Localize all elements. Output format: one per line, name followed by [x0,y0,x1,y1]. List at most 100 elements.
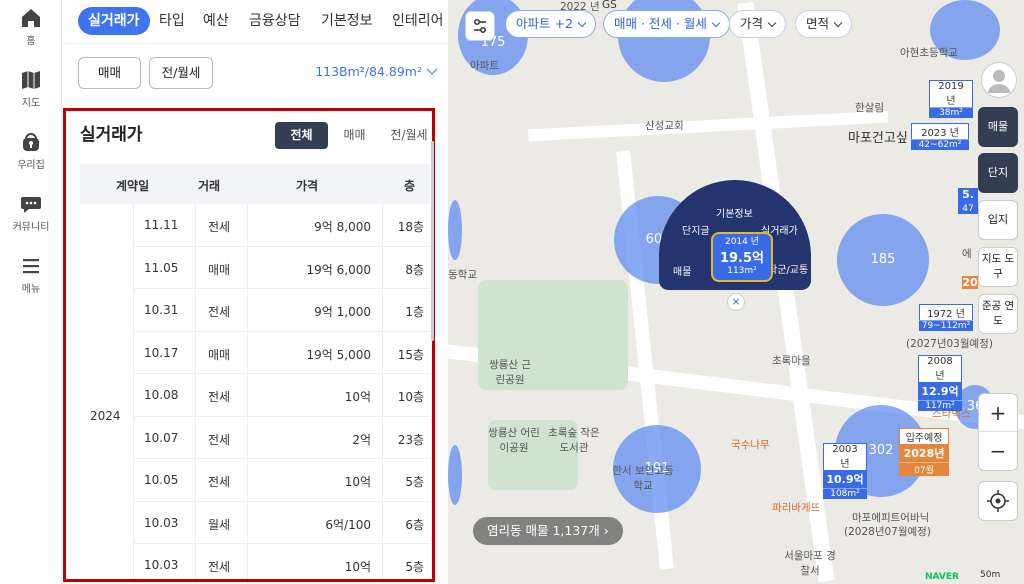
nav-item-community[interactable]: 커뮤니티 [0,194,62,233]
popup-community[interactable]: 단지글 [682,222,710,237]
cell-date: 10.07 [144,430,179,445]
zoom-out-button[interactable]: − [979,432,1017,470]
map-label: 파리바게뜨 [772,502,821,514]
nav-item-home[interactable]: 홈 [0,8,62,47]
marker-year: 1972 년 [919,304,973,320]
real-price-content: 실거래가 전체 매매 전/월세 계약일 거래 가격 층 2024 11.11 전세… [66,111,432,579]
table-row: 10.05 전세 10억 5층 [134,459,430,502]
side-complex-button[interactable]: 단지 [978,153,1018,193]
cell-divider [382,289,383,331]
price-marker[interactable]: 5. 47 [958,188,978,214]
map-label: 동학교 [448,269,477,281]
chevron-down-icon [577,18,587,28]
cell-divider [247,459,248,501]
map-icon [22,71,40,89]
cell-floor: 18층 [397,220,424,234]
marker-year: 2019 년 [929,80,973,107]
cluster-circle[interactable]: 185 [837,214,929,306]
col-floor: 층 [404,179,416,193]
tab-budget[interactable]: 예산 [193,7,239,35]
popup-basic-info[interactable]: 기본정보 [716,205,753,220]
tab-basic-info[interactable]: 기본정보 [311,7,383,35]
tab-interior[interactable]: 인테리어 [382,7,448,35]
cell-type: 전세 [195,459,230,501]
year-cell: 2024 [80,204,134,579]
selected-complex-badge[interactable]: 2014 년 19.5억 113m² [711,232,773,282]
table-row: 10.03 월세 6억/100 6층 [134,501,430,544]
filter-price[interactable]: 가격 [729,10,787,38]
scrollbar[interactable] [431,141,434,341]
nav-item-menu[interactable]: 메뉴 [0,256,62,295]
side-map-tools-button[interactable]: 지도 도구 [978,247,1018,287]
area-selector[interactable]: 113Bm²/84.89m² [315,63,438,79]
avatar[interactable] [981,62,1017,98]
price-marker[interactable]: 1972 년 79~112m² [919,304,973,331]
tab-type[interactable]: 타입 [149,7,195,35]
filter-sale[interactable]: 매매 [332,122,377,149]
sliders-icon [474,19,486,33]
side-built-year-button[interactable]: 준공 연도 [978,294,1018,334]
map-view[interactable]: 175 609 185 191 302 36 아현초등학교 한살림 산성교회 마… [448,0,1024,584]
zoom-in-button[interactable]: + [979,394,1017,432]
table-header: 계약일 거래 가격 층 [80,164,430,204]
cell-floor: 23층 [397,432,424,447]
map-label: (2027년03월예정) [906,338,993,350]
cell-date: 10.08 [144,388,179,402]
map-label: (2028년07월예정) [844,526,931,538]
naver-logo: NAVER [925,572,959,582]
cell-divider [247,501,248,544]
listing-count-button[interactable]: 염리동 매물 1,137개 › [473,517,623,545]
filter-label: 매매 · 전세 · 월세 [614,16,707,31]
nav-item-myhome[interactable]: 우리집 [0,132,62,171]
chevron-down-icon [426,63,438,75]
marker-size: 108m² [823,488,867,499]
table-row: 11.05 매매 19억 6,000 8층 [134,246,430,289]
filter-property-type[interactable]: 아파트 +2 [505,10,596,38]
price-marker[interactable]: 20 [962,276,978,289]
cell-price: 9억 8,000 [314,220,371,234]
price-marker[interactable]: 2008 년 12.9억 117m² [918,355,962,411]
price-marker[interactable]: 입주예정 2028년 07월 [899,428,949,476]
filter-size[interactable]: 면적 [795,10,853,38]
nav-label: 홈 [26,36,36,47]
price-marker[interactable]: 2019 년 38m² [929,80,973,118]
cluster-circle[interactable] [448,200,462,260]
filter-deal-type[interactable]: 매매 · 전세 · 월세 [603,10,730,38]
cluster-circle[interactable] [448,445,462,505]
map-label: 초록마을 [772,355,811,367]
filter-label: 아파트 +2 [516,16,573,31]
filter-lease[interactable]: 전/월세 [381,122,432,149]
cell-divider [382,459,383,501]
sale-button[interactable]: 매매 [78,57,141,89]
user-icon [988,70,1010,93]
price-marker[interactable]: 2003 년 10.9억 108m² [823,443,867,499]
price-marker[interactable]: 2023 년 42~62m² [911,123,969,150]
marker-price: 2028년 [899,444,949,462]
close-popup-icon[interactable]: × [727,293,745,311]
cell-type: 전세 [195,416,230,459]
filter-all[interactable]: 전체 [275,122,328,149]
table-row: 10.03 전세 10억 5층 [134,544,430,579]
marker-size: 38m² [929,107,973,118]
side-location-button[interactable]: 입지 [978,200,1018,240]
popup-listings[interactable]: 매물 [673,263,691,278]
cell-floor: 8층 [405,262,424,277]
tab-real-price[interactable]: 실거래가 [78,7,150,35]
nav-item-map[interactable]: 지도 [0,70,62,109]
popup-school-traffic[interactable]: 학군/교통 [768,261,808,276]
tab-finance[interactable]: 금융상담 [239,7,311,35]
map-label: 아파트 [470,60,499,72]
cell-date: 10.03 [144,558,179,572]
nav-label: 지도 [21,98,41,109]
complex-year: 2014 년 [724,237,760,247]
current-location-button[interactable] [978,481,1018,521]
filter-settings-button[interactable] [465,11,495,41]
side-listings-button[interactable]: 매물 [978,107,1018,147]
map-label: 한살림 [855,102,884,114]
lease-button[interactable]: 전/월세 [149,57,213,89]
map-road [527,110,889,142]
cell-divider [382,544,383,579]
cell-price: 19억 5,000 [306,347,371,362]
marker-year: 2023 년 [911,123,969,139]
cell-date: 10.31 [144,303,179,317]
